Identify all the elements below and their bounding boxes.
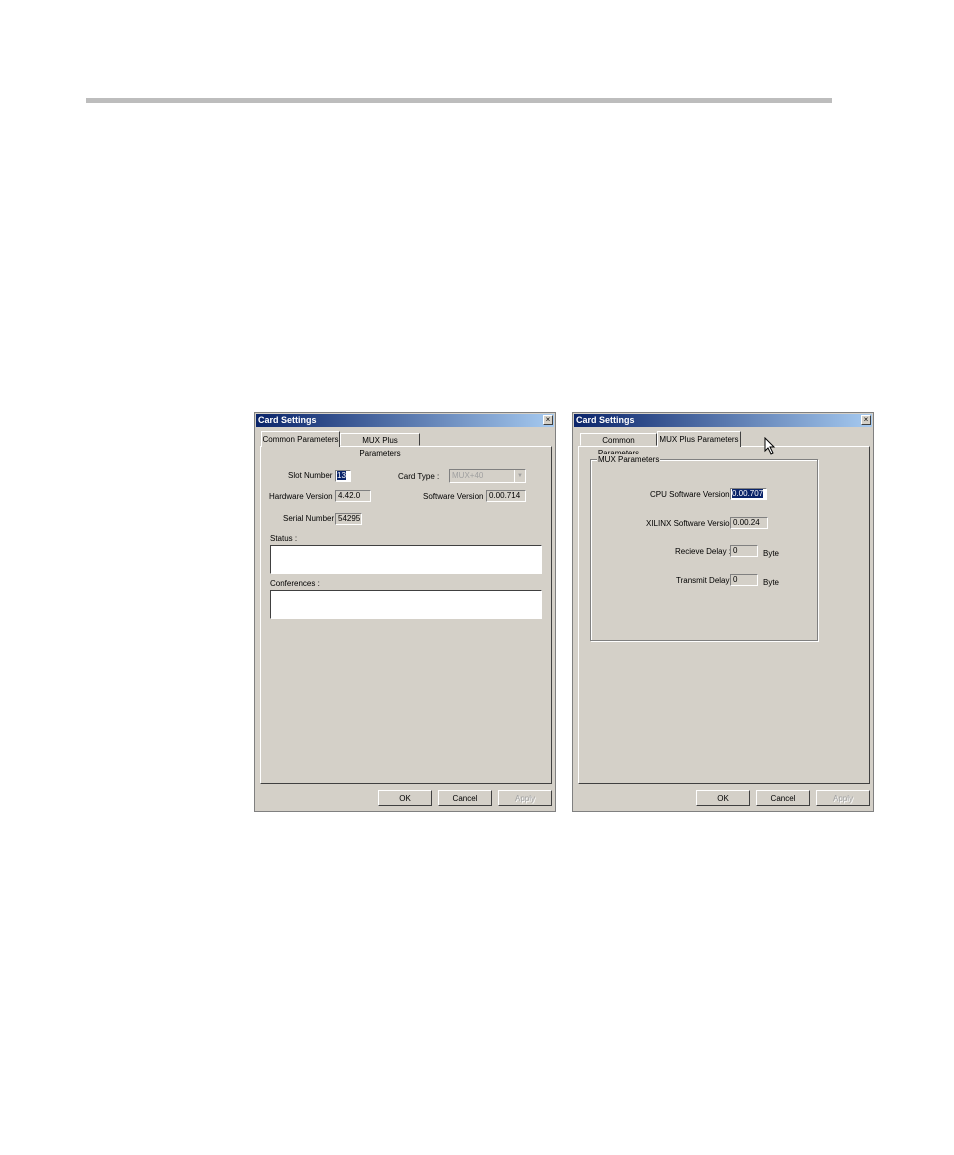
hardware-version-field: 4.42.0 xyxy=(335,490,371,502)
xilinx-software-version-label: XILINX Software Version xyxy=(646,519,735,528)
transmit-delay-unit: Byte xyxy=(763,578,780,587)
header-rule xyxy=(86,98,832,103)
receive-delay-field[interactable]: 0 xyxy=(730,545,758,557)
chevron-down-icon[interactable]: ▼ xyxy=(514,470,525,482)
software-version-label: Software Version : xyxy=(423,492,488,501)
dialog-title: Card Settings xyxy=(258,415,317,425)
ok-button[interactable]: OK xyxy=(696,790,750,806)
slot-number-value: 13 xyxy=(337,471,346,480)
apply-button[interactable]: Apply xyxy=(498,790,552,806)
tab-panel-mux: MUX Parameters CPU Software Version : 0.… xyxy=(578,446,870,784)
serial-number-label: Serial Number : xyxy=(283,514,339,523)
mouse-pointer-icon xyxy=(764,437,776,455)
close-button[interactable]: × xyxy=(861,415,871,425)
cpu-software-version-field[interactable]: 0.00.707 xyxy=(730,488,767,500)
title-bar[interactable]: Card Settings × xyxy=(574,414,872,427)
status-label: Status : xyxy=(270,534,298,543)
status-box[interactable] xyxy=(270,545,542,574)
close-button[interactable]: × xyxy=(543,415,553,425)
card-type-label: Card Type : xyxy=(398,472,440,481)
tab-common-parameters[interactable]: Common Parameters xyxy=(580,433,657,458)
cpu-software-version-value: 0.00.707 xyxy=(732,489,764,498)
conferences-box[interactable] xyxy=(270,590,542,619)
transmit-delay-label: Transmit Delay : xyxy=(676,576,734,585)
cancel-button[interactable]: Cancel xyxy=(756,790,810,806)
slot-number-label: Slot Number : xyxy=(288,471,337,480)
mux-parameters-group: MUX Parameters CPU Software Version : 0.… xyxy=(590,454,818,641)
xilinx-software-version-field: 0.00.24 xyxy=(730,517,768,529)
title-bar[interactable]: Card Settings × xyxy=(256,414,554,427)
tab-common-parameters[interactable]: Common Parameters xyxy=(261,431,340,447)
dialog-title: Card Settings xyxy=(576,415,635,425)
software-version-field: 0.00.714 xyxy=(486,490,526,502)
card-type-combo[interactable]: MUX+40 ▼ xyxy=(449,469,526,483)
tab-panel-common: Slot Number : 13 Card Type : MUX+40 ▼ Ha… xyxy=(260,446,552,784)
card-settings-dialog-mux: Card Settings × Common Parameters MUX Pl… xyxy=(572,412,874,812)
tab-mux-plus-parameters[interactable]: MUX Plus Parameters xyxy=(340,433,420,458)
card-settings-dialog-common: Card Settings × Common Parameters MUX Pl… xyxy=(254,412,556,812)
mux-parameters-legend: MUX Parameters xyxy=(597,454,661,465)
cancel-button[interactable]: Cancel xyxy=(438,790,492,806)
hardware-version-label: Hardware Version : xyxy=(269,492,338,501)
receive-delay-unit: Byte xyxy=(763,549,780,558)
transmit-delay-field[interactable]: 0 xyxy=(730,574,758,586)
card-type-value: MUX+40 xyxy=(452,471,484,480)
cpu-software-version-label: CPU Software Version : xyxy=(650,490,735,499)
serial-number-field: 54295 xyxy=(335,513,362,525)
conferences-label: Conferences : xyxy=(270,579,320,588)
receive-delay-label: Recieve Delay : xyxy=(675,547,732,556)
apply-button[interactable]: Apply xyxy=(816,790,870,806)
slot-number-field[interactable]: 13 xyxy=(335,470,351,482)
ok-button[interactable]: OK xyxy=(378,790,432,806)
tab-mux-plus-parameters[interactable]: MUX Plus Parameters xyxy=(657,431,741,447)
